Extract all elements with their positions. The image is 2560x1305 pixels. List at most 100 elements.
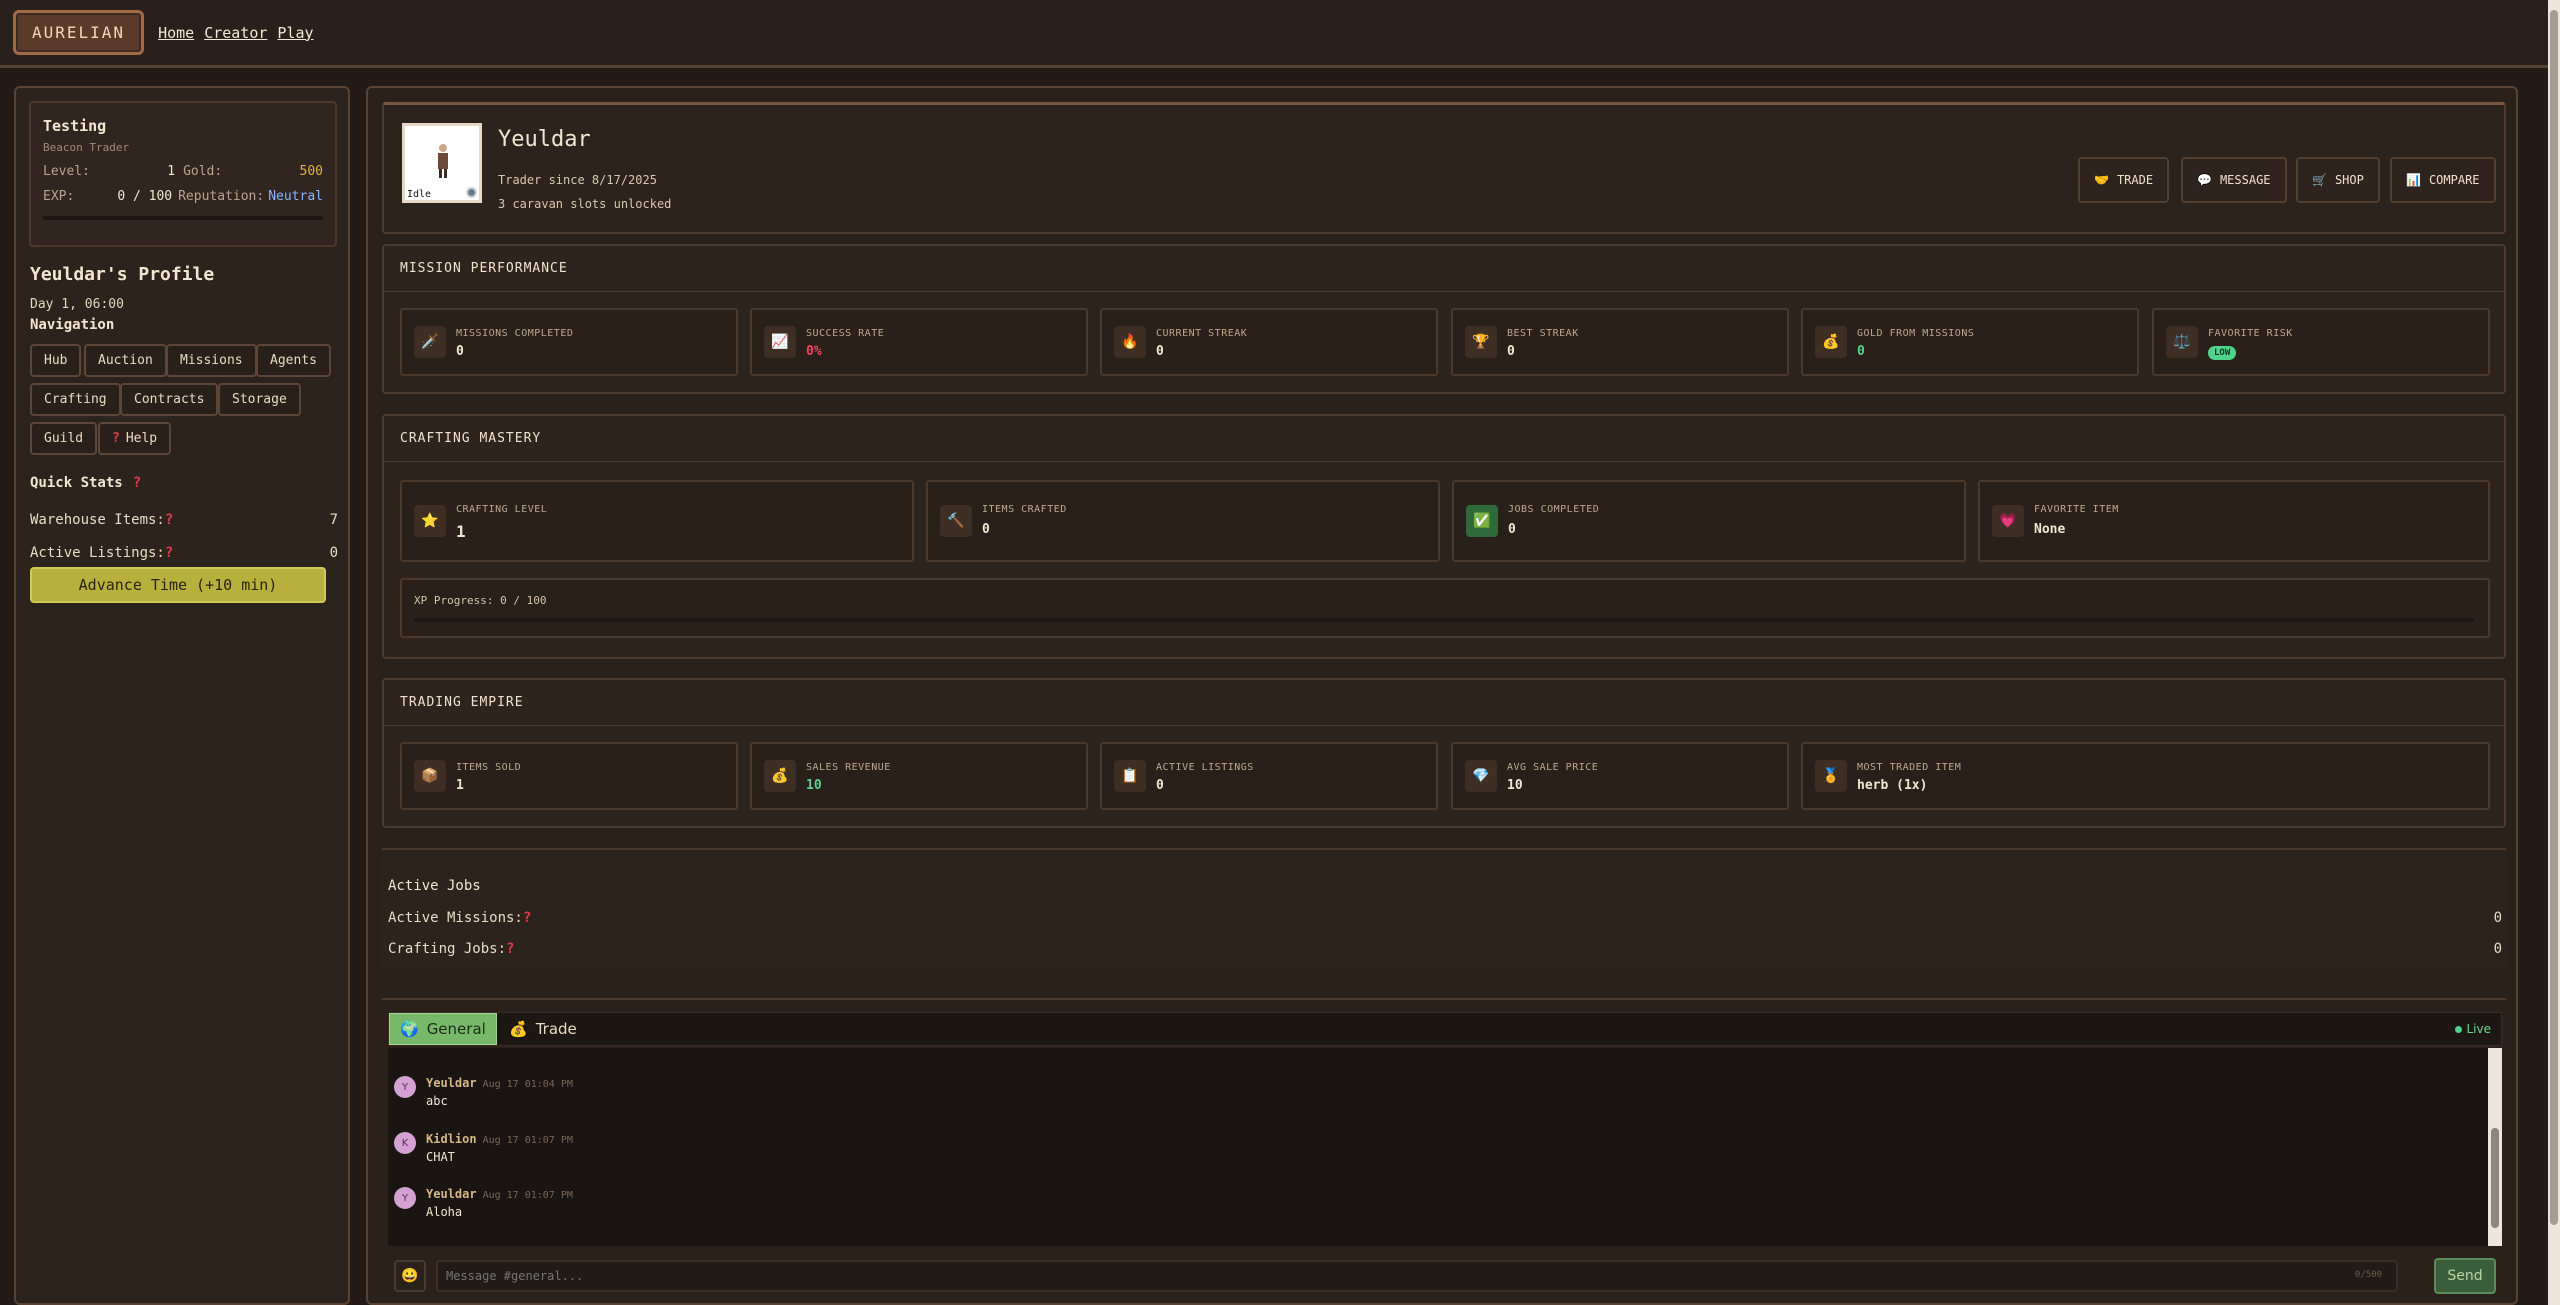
- stat-label: FAVORITE ITEM: [2034, 504, 2119, 515]
- section-title: CRAFTING MASTERY: [384, 416, 2504, 462]
- package-icon: 📦: [414, 760, 446, 792]
- stat-value: 0: [1156, 344, 1164, 359]
- message-text: CHAT: [426, 1150, 455, 1164]
- message-button-label: MESSAGE: [2219, 173, 2271, 187]
- stat-label: FAVORITE RISK: [2208, 328, 2293, 339]
- nav-button-crafting[interactable]: Crafting: [30, 383, 121, 416]
- message-time: Aug 17 01:07 PM: [482, 1135, 573, 1146]
- fire-icon: 🔥: [1114, 326, 1146, 358]
- tab-trade[interactable]: 💰 Trade: [499, 1013, 587, 1045]
- nav-button-contracts[interactable]: Contracts: [120, 383, 219, 416]
- stat-tile: 📈 SUCCESS RATE 0%: [750, 308, 1088, 376]
- active-missions-label: Active Missions:: [388, 910, 523, 926]
- nav-button-storage[interactable]: Storage: [218, 383, 301, 416]
- help-question-icon[interactable]: ?: [165, 512, 173, 528]
- nav-button-guild[interactable]: Guild: [30, 422, 98, 455]
- globe-icon: 🌍: [400, 1020, 419, 1038]
- avatar[interactable]: Y: [394, 1076, 416, 1098]
- listings-value: 0: [329, 545, 338, 561]
- help-question-icon[interactable]: ?: [165, 545, 173, 561]
- player-rank: Beacon Trader: [43, 141, 130, 154]
- stat-value: 0: [1508, 522, 1516, 537]
- brand-logo-button[interactable]: AURELIAN: [13, 10, 145, 55]
- nav-button-missions[interactable]: Missions: [166, 344, 257, 377]
- tab-general[interactable]: 🌍 General: [389, 1013, 497, 1045]
- stat-value: 0: [456, 344, 464, 359]
- message-author[interactable]: Yeuldar: [426, 1076, 477, 1090]
- stat-tile: 🔨 ITEMS CRAFTED 0: [926, 480, 1440, 562]
- stat-tile: 📋 ACTIVE LISTINGS 0: [1100, 742, 1438, 810]
- avatar[interactable]: Y: [394, 1187, 416, 1209]
- stat-tile: 💗 FAVORITE ITEM None: [1978, 480, 2490, 562]
- chat-message-input[interactable]: [436, 1260, 2398, 1292]
- warehouse-label: Warehouse Items:: [30, 512, 165, 528]
- nav-button-hub[interactable]: Hub: [30, 344, 82, 377]
- message-author[interactable]: Kidlion: [426, 1132, 477, 1146]
- hammer-icon: 🔨: [940, 505, 972, 537]
- chat-message-log[interactable]: Y Yeuldar Aug 17 01:04 PM abc K Kidlion Au…: [388, 1048, 2502, 1246]
- scales-icon: ⚖️: [2166, 326, 2198, 358]
- message-button[interactable]: 💬 MESSAGE: [2181, 157, 2287, 203]
- trade-button-label: TRADE: [2116, 173, 2154, 187]
- stat-value: 0: [982, 522, 990, 537]
- question-icon: ?: [112, 431, 120, 446]
- nav-button-auction[interactable]: Auction: [84, 344, 167, 377]
- profile-card: Idle Yeuldar Trader since 8/17/2025 3 ca…: [382, 102, 2506, 234]
- message-author[interactable]: Yeuldar: [426, 1187, 477, 1201]
- caravan-slots: 3 caravan slots unlocked: [498, 197, 672, 211]
- character-counter: 0/500: [2354, 1270, 2382, 1280]
- nav-link-play[interactable]: Play: [277, 24, 313, 42]
- nav-link-creator[interactable]: Creator: [204, 24, 267, 42]
- stat-value: None: [2034, 522, 2066, 537]
- help-question-icon[interactable]: ?: [133, 475, 141, 491]
- gold-label: Gold:: [183, 164, 223, 179]
- stat-value: 10: [806, 778, 822, 793]
- stat-label: MISSIONS COMPLETED: [456, 328, 574, 339]
- shop-button-label: SHOP: [2334, 173, 2364, 187]
- active-missions-row: Active Missions:? 0: [388, 910, 2502, 926]
- section-title: MISSION PERFORMANCE: [384, 246, 2504, 292]
- chat-scrollbar-thumb[interactable]: [2491, 1128, 2499, 1228]
- section-title: TRADING EMPIRE: [384, 680, 2504, 726]
- speech-bubble-icon: 💬: [2197, 173, 2212, 187]
- page-scrollbar-thumb[interactable]: [2550, 10, 2558, 1225]
- emoji-picker-button[interactable]: 😀: [394, 1260, 426, 1292]
- advance-time-button[interactable]: Advance Time (+10 min): [30, 567, 326, 603]
- nav-link-home[interactable]: Home: [158, 24, 194, 42]
- player-name: Testing: [43, 117, 107, 135]
- stat-label: SALES REVENUE: [806, 762, 891, 773]
- message-time: Aug 17 01:04 PM: [482, 1079, 573, 1090]
- trading-empire-section: TRADING EMPIRE 📦 ITEMS SOLD 1 💰 SALES RE…: [382, 678, 2506, 828]
- help-question-icon[interactable]: ?: [523, 910, 531, 926]
- trophy-icon: 🏆: [1465, 326, 1497, 358]
- shop-button[interactable]: 🛒 SHOP: [2296, 157, 2380, 203]
- chat-compose: 😀 0/500 Send: [388, 1256, 2502, 1296]
- character-sprite-icon: [438, 144, 448, 178]
- page-scrollbar[interactable]: [2548, 0, 2560, 1305]
- active-missions-value: 0: [2493, 910, 2502, 926]
- avatar: Idle: [402, 123, 482, 203]
- exp-label: EXP:: [43, 189, 75, 204]
- stat-tile: 📦 ITEMS SOLD 1: [400, 742, 738, 810]
- heart-icon: 💗: [1992, 505, 2024, 537]
- listings-label: Active Listings:: [30, 545, 165, 561]
- stat-label: SUCCESS RATE: [806, 328, 885, 339]
- cart-icon: 🛒: [2312, 173, 2327, 187]
- stat-value: 0%: [806, 344, 822, 359]
- quick-stats-title: Quick Stats: [30, 475, 123, 491]
- stat-value: herb (1x): [1857, 778, 1928, 793]
- player-stat-card: Testing Beacon Trader Level: 1 Gold: 500…: [29, 101, 337, 247]
- status-label: Idle: [407, 189, 432, 200]
- compare-button[interactable]: 📊 COMPARE: [2390, 157, 2496, 203]
- trade-button[interactable]: 🤝 TRADE: [2078, 157, 2170, 203]
- money-bag-icon: 💰: [764, 760, 796, 792]
- avatar[interactable]: K: [394, 1132, 416, 1154]
- stat-value: 1: [456, 778, 464, 793]
- crafting-xp-bar: [414, 618, 2474, 622]
- chat-scrollbar[interactable]: [2488, 1048, 2502, 1246]
- help-question-icon[interactable]: ?: [506, 941, 514, 957]
- send-button[interactable]: Send: [2434, 1258, 2496, 1294]
- tab-general-label: General: [426, 1020, 486, 1038]
- nav-button-help[interactable]: ? Help: [98, 422, 172, 455]
- nav-button-agents[interactable]: Agents: [256, 344, 331, 377]
